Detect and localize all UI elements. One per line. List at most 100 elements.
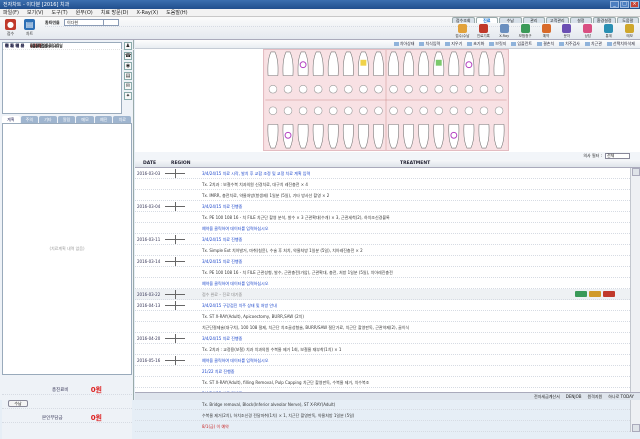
memo-area[interactable]: (치료계획 내역 없음) [2, 123, 132, 375]
tooth-tool-button[interactable]: 치식입력 [419, 41, 440, 47]
region-cell [165, 168, 185, 179]
lower-occlusal [313, 106, 323, 115]
treatment-header: DATE REGION TREATMENT [135, 160, 640, 168]
table-row[interactable]: Tx. 2치과 : 보철수복 치과의원 신경치료, 대구치 레진충전 × 4 [135, 179, 630, 190]
module-icon-button[interactable]: 진료기록 [473, 23, 494, 40]
pill-edit[interactable] [589, 291, 601, 297]
table-row[interactable]: 21/22 치료 진행중 [135, 366, 630, 377]
module-icon-button[interactable]: 통계 [598, 23, 619, 40]
table-row[interactable]: 2016-03-11 3/4/24/15 치료 진행중 [135, 234, 630, 245]
menu-item[interactable]: 원무(O) [76, 9, 93, 16]
lower-occlusal [434, 106, 443, 115]
dental-chart[interactable] [263, 49, 509, 151]
total-fee-label: 총진료비 [52, 387, 69, 393]
scroll-down-arrow[interactable] [632, 424, 640, 432]
table-row[interactable]: 2016-03-03 3/4/24/15 치료 시작, 발치 후 교합 조정 및 … [135, 168, 630, 179]
memo-tab[interactable]: 메모 [76, 116, 94, 123]
reception-button[interactable]: ● 접수 [3, 19, 18, 37]
tooth-tool-button[interactable]: 임플란트 [511, 41, 532, 47]
table-row[interactable]: Tx. Simple Ext 치아발거, 마취(침윤), 수술 후 처치, 약물… [135, 245, 630, 256]
doctor-filter-select[interactable]: 전체 [605, 153, 630, 159]
payment-button[interactable]: 수납 [8, 400, 28, 407]
memo-tab[interactable]: 치료 [113, 116, 132, 123]
tooth-tool-button[interactable]: 치아상태 [393, 41, 414, 47]
table-row[interactable]: 수복물 제거(2치), 하치조신경 전달마취(1치) × 1, 치근단 촬영판독… [135, 410, 630, 421]
table-row[interactable]: Tx. Bridge removal, Block(Inferior alveo… [135, 399, 630, 410]
minimize-button[interactable]: _ [610, 1, 619, 8]
tooth-tool-button[interactable]: 초기화 [467, 41, 484, 47]
tooth-tool-button[interactable]: 치근관 [584, 41, 602, 47]
tooth-tool-button[interactable]: 지우기 [445, 41, 462, 47]
patient-name-label: 환자이름 [45, 19, 60, 25]
table-row[interactable]: Tx. ST X-RAY(Adult), filling Removal, Pu… [135, 377, 630, 388]
table-row[interactable]: Tx. 2치과 : 교정용(보철) 치과 치과의원 수복물 제거 1회, 보철물… [135, 344, 630, 355]
person-icon[interactable]: ♟ [124, 42, 132, 50]
close-button[interactable]: × [630, 1, 639, 8]
tool-label: 임플란트 [517, 41, 533, 46]
treatment-cell: 치근단절제술(대구치), 100 108 절제, 치근단 치조골성형술, BUR… [202, 325, 410, 330]
module-icon-button[interactable]: X-Ray [494, 23, 515, 40]
table-row[interactable]: 2016-03-14 3/4/24/15 치료 진행중 [135, 256, 630, 267]
module-icon-button[interactable]: 보험청구 [515, 23, 536, 40]
lower-tooth [342, 124, 354, 149]
table-row[interactable]: 2016-05-16 예약을 클릭하여 데이터를 입력하십시오 [135, 355, 630, 366]
pill-delete[interactable] [603, 291, 615, 297]
scroll-up-arrow[interactable] [632, 168, 640, 176]
memo-tab[interactable]: 예진 [94, 116, 113, 123]
status-item[interactable]: 전자세금계산서 [534, 394, 560, 400]
module-icon-button[interactable]: 예약 [536, 23, 557, 40]
treatment-cell: 예약을 클릭하여 데이터를 입력하십시오 [202, 226, 269, 231]
document-icon[interactable]: ▤ [124, 72, 132, 80]
menu-item[interactable]: 도구(T) [52, 9, 68, 16]
table-row[interactable]: 예약을 클릭하여 데이터를 입력하십시오 [135, 278, 630, 289]
maximize-button[interactable]: □ [620, 1, 629, 8]
chart-button[interactable]: ▤ 차트 [22, 19, 37, 37]
table-row[interactable]: 치근단절제술(대구치), 100 108 절제, 치근단 치조골성형술, BUR… [135, 322, 630, 333]
table-row[interactable]: 2016-04-13 3/4/24/15 구강검진 치주 상태 및 처방 안내 [135, 300, 630, 311]
table-row[interactable]: Tx. IMRR, 충전치료, 약물처방(항생제) 1일분 (5일), 기타 방… [135, 190, 630, 201]
upper-tooth [312, 51, 324, 76]
memo-tab[interactable]: 계획 [2, 116, 20, 123]
upper-occlusal [464, 85, 474, 94]
menu-item[interactable]: 보기(V) [27, 9, 44, 16]
module-icon-button[interactable]: 문자 [556, 23, 577, 40]
table-row[interactable]: 8/1(금) 이 예약 [135, 421, 630, 432]
table-row[interactable]: 예약을 클릭하여 데이터를 입력하십시오 [135, 223, 630, 234]
tooth-tool-button[interactable]: 결손치 [537, 41, 554, 47]
memo-tab[interactable]: 기타 [39, 116, 57, 123]
table-row[interactable]: Tx. PE 100 108 16 - 치 FILE 치근단 촬영 분석, 발수… [135, 212, 630, 223]
phone-icon[interactable]: ☎ [124, 52, 132, 60]
lower-occlusal [464, 106, 474, 115]
menu-item[interactable]: 도움말(H) [166, 9, 187, 16]
module-icon-button[interactable]: 상담 [577, 23, 598, 40]
sms-icon[interactable]: ✉ [124, 82, 132, 90]
memo-tabs: 계획 주의 기타 알림 메모 예진 치료 [2, 116, 132, 123]
tooth-tool-button[interactable]: 브릿지 [489, 41, 506, 47]
memo-tab[interactable]: 알림 [57, 116, 76, 123]
table-row[interactable]: 2016-03-04 3/4/24/15 치료 진행중 [135, 201, 630, 212]
tooth-tool-button[interactable]: 선택치아삭제 [606, 41, 635, 47]
region-cell [165, 300, 185, 311]
gift-icon[interactable]: ✦ [124, 92, 132, 100]
lower-occlusal [479, 106, 489, 115]
tool-icon [445, 42, 451, 46]
table-row[interactable]: 2016-04-20 3/4/24/15 치료 진행중 [135, 333, 630, 344]
patient-name-input[interactable]: 이다현 [64, 19, 104, 26]
module-icon-button[interactable]: 접수/수납 [452, 23, 473, 40]
memo-tab[interactable]: 주의 [20, 116, 39, 123]
treatment-cell: Tx. ST X-RAY(Adult), filling Removal, Pu… [202, 380, 370, 385]
table-row[interactable]: Tx. PE 100 108 16 - 치 FILE 근관성형, 발수, 근관충… [135, 267, 630, 278]
pill-save[interactable] [575, 291, 587, 297]
module-icon-button[interactable]: 메모 [619, 23, 640, 40]
table-row[interactable]: 2016-03-22 접수 완료 – 진료 대기중 [135, 289, 630, 300]
table-row[interactable]: Tx. ST X-RAY(Adult), Apicoectomy, BURR,S… [135, 311, 630, 322]
menu-item[interactable]: X-Ray(X) [136, 10, 158, 16]
status-item[interactable]: 원격지원 [587, 394, 602, 400]
menu-item[interactable]: 치료 방문(D) [101, 9, 129, 16]
menu-item[interactable]: 파일(F) [3, 9, 19, 16]
region-cell [165, 289, 185, 300]
tooth-tool-button[interactable]: 치주검사 [559, 41, 580, 47]
status-item[interactable]: DENJOB [566, 394, 582, 399]
camera-icon[interactable]: ◉ [124, 62, 132, 70]
status-item[interactable]: 하나로 TODAY [608, 394, 634, 400]
